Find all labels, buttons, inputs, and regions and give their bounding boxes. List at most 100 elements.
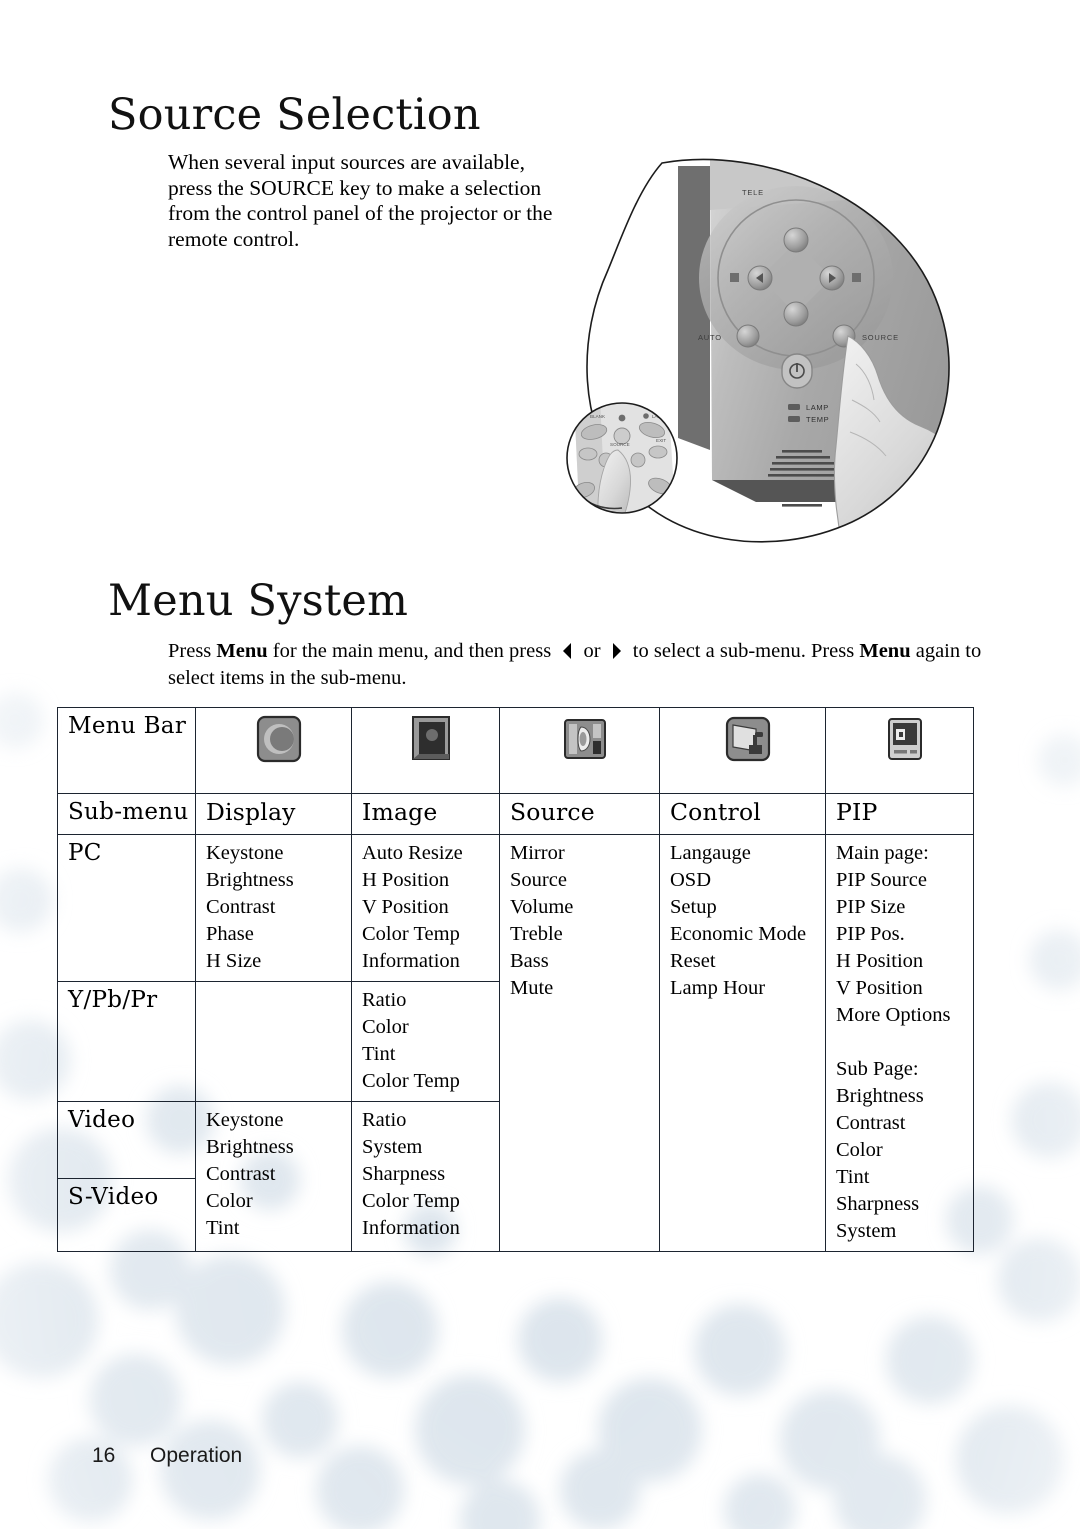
list-item[interactable]: Tint <box>206 1215 351 1242</box>
menu-icon-cell-display[interactable] <box>195 707 352 794</box>
menu-icon-cell-image[interactable] <box>351 707 500 794</box>
list-item[interactable]: Source <box>510 867 659 894</box>
list-item[interactable]: Setup <box>670 894 825 921</box>
list-item[interactable]: Langauge <box>670 840 825 867</box>
item-list-pip: Main page: PIP Source PIP Size PIP Pos. H Po… <box>836 840 973 1245</box>
svg-text:BLANK: BLANK <box>590 414 606 419</box>
column-header-pip[interactable]: PIP <box>825 793 974 835</box>
column-header-source-label: Source <box>510 798 595 826</box>
list-item[interactable]: Information <box>362 948 499 975</box>
page-title-source-selection: Source Selection <box>108 90 481 140</box>
list-item[interactable]: Ratio <box>362 1107 499 1134</box>
cell-pc-display: Keystone Brightness Contrast Phase H Size <box>195 834 352 982</box>
list-item[interactable]: Reset <box>670 948 825 975</box>
list-item[interactable]: Treble <box>510 921 659 948</box>
page-title-menu-system: Menu System <box>108 576 409 626</box>
list-item[interactable]: Main page: <box>836 840 973 867</box>
menu-icon-cell-control[interactable] <box>659 707 826 794</box>
list-item[interactable]: Sub Page: <box>836 1056 973 1083</box>
pip-monitor-icon <box>887 718 922 760</box>
menu-icon-cell-source[interactable] <box>499 707 660 794</box>
list-item[interactable]: H Position <box>836 948 973 975</box>
source-selection-paragraph: When several input sources are available… <box>168 150 553 251</box>
page-footer: 16 Operation <box>92 1444 242 1468</box>
projector-source-key-illustration: TELE AUTO SOURCE LAMP TEMP BLANK SOURCE … <box>566 158 950 543</box>
list-item[interactable]: Information <box>362 1215 499 1242</box>
menu-key-label-1: Menu <box>216 640 268 662</box>
list-item[interactable]: Sharpness <box>362 1161 499 1188</box>
list-item[interactable]: Color <box>836 1137 973 1164</box>
svg-text:LAMP: LAMP <box>806 403 829 412</box>
row-label-ypbpr: Y/Pb/Pr <box>57 981 196 1102</box>
list-item[interactable]: Mirror <box>510 840 659 867</box>
cell-ypbpr-image: Ratio Color Tint Color Temp <box>351 981 500 1102</box>
menu-system-table: Menu Bar Sub-menu Display Image Source C… <box>57 707 974 1252</box>
list-item[interactable]: Brightness <box>206 1134 351 1161</box>
display-lens-icon <box>256 715 301 763</box>
list-item[interactable]: OSD <box>670 867 825 894</box>
column-header-pip-label: PIP <box>836 798 878 826</box>
list-item[interactable]: PIP Source <box>836 867 973 894</box>
menu-bar-label: Menu Bar <box>68 713 187 739</box>
column-header-display[interactable]: Display <box>195 793 352 835</box>
item-list-video-display: Keystone Brightness Contrast Color Tint <box>206 1107 351 1242</box>
list-item[interactable]: Color <box>362 1014 499 1041</box>
list-item[interactable]: Brightness <box>836 1083 973 1110</box>
svg-text:AUTO: AUTO <box>698 333 722 342</box>
table-row-pc: PC Keystone Brightness Contrast Phase H Size… <box>57 834 974 1252</box>
cell-pc-image: Auto Resize H Position V Position Color Tem… <box>351 834 500 982</box>
list-item[interactable]: More Options <box>836 1002 973 1029</box>
list-item[interactable]: Lamp Hour <box>670 975 825 1002</box>
list-item[interactable]: H Size <box>206 948 351 975</box>
list-item[interactable]: Tint <box>362 1041 499 1068</box>
list-item[interactable]: Contrast <box>206 1161 351 1188</box>
triangle-left-icon <box>560 642 574 660</box>
list-spacer <box>836 1029 973 1056</box>
instruction-part-4: to select a sub-menu. Press <box>627 640 860 662</box>
menu-icon-cell-pip[interactable] <box>825 707 974 794</box>
item-list-video-image: Ratio System Sharpness Color Temp Informatio… <box>362 1107 499 1242</box>
column-header-source[interactable]: Source <box>499 793 660 835</box>
list-item[interactable]: Color Temp <box>362 921 499 948</box>
list-item[interactable]: System <box>836 1218 973 1245</box>
list-item[interactable]: Keystone <box>206 1107 351 1134</box>
list-item[interactable]: H Position <box>362 867 499 894</box>
list-item[interactable]: Tint <box>836 1164 973 1191</box>
list-item[interactable]: Bass <box>510 948 659 975</box>
list-item[interactable]: Phase <box>206 921 351 948</box>
list-item[interactable]: Auto Resize <box>362 840 499 867</box>
list-item[interactable]: Contrast <box>206 894 351 921</box>
list-item[interactable]: V Position <box>836 975 973 1002</box>
menu-system-instruction: Press Menu for the main menu, and then p… <box>168 638 988 692</box>
list-item[interactable]: Ratio <box>362 987 499 1014</box>
row-header-menu-bar: Menu Bar <box>57 707 196 794</box>
list-item[interactable]: Economic Mode <box>670 921 825 948</box>
row-label-svideo-text: S-Video <box>68 1183 159 1210</box>
cell-control-items: Langauge OSD Setup Economic Mode Reset Lamp H… <box>659 834 826 1252</box>
column-header-image[interactable]: Image <box>351 793 500 835</box>
svg-text:EXIT: EXIT <box>656 438 666 443</box>
list-item[interactable]: Keystone <box>206 840 351 867</box>
item-list-control: Langauge OSD Setup Economic Mode Reset Lamp H… <box>670 840 825 1002</box>
table-row-menu-bar: Menu Bar <box>57 707 974 794</box>
list-item[interactable]: Color Temp <box>362 1068 499 1095</box>
list-item[interactable]: System <box>362 1134 499 1161</box>
column-header-control[interactable]: Control <box>659 793 826 835</box>
list-item[interactable]: Color <box>206 1188 351 1215</box>
list-item[interactable]: Brightness <box>206 867 351 894</box>
list-item[interactable]: Sharpness <box>836 1191 973 1218</box>
list-item[interactable]: Color Temp <box>362 1188 499 1215</box>
list-item[interactable]: PIP Size <box>836 894 973 921</box>
row-label-pc-text: PC <box>68 840 102 866</box>
column-header-image-label: Image <box>362 798 438 826</box>
list-item[interactable]: Mute <box>510 975 659 1002</box>
list-item[interactable]: V Position <box>362 894 499 921</box>
item-list-pc-image: Auto Resize H Position V Position Color Tem… <box>362 840 499 975</box>
cell-video-display: Keystone Brightness Contrast Color Tint <box>195 1101 352 1252</box>
row-label-pc: PC <box>57 834 196 982</box>
list-item[interactable]: Volume <box>510 894 659 921</box>
list-item[interactable]: Contrast <box>836 1110 973 1137</box>
row-label-svideo: S-Video <box>57 1177 196 1252</box>
row-label-video-text: Video <box>68 1107 136 1133</box>
list-item[interactable]: PIP Pos. <box>836 921 973 948</box>
